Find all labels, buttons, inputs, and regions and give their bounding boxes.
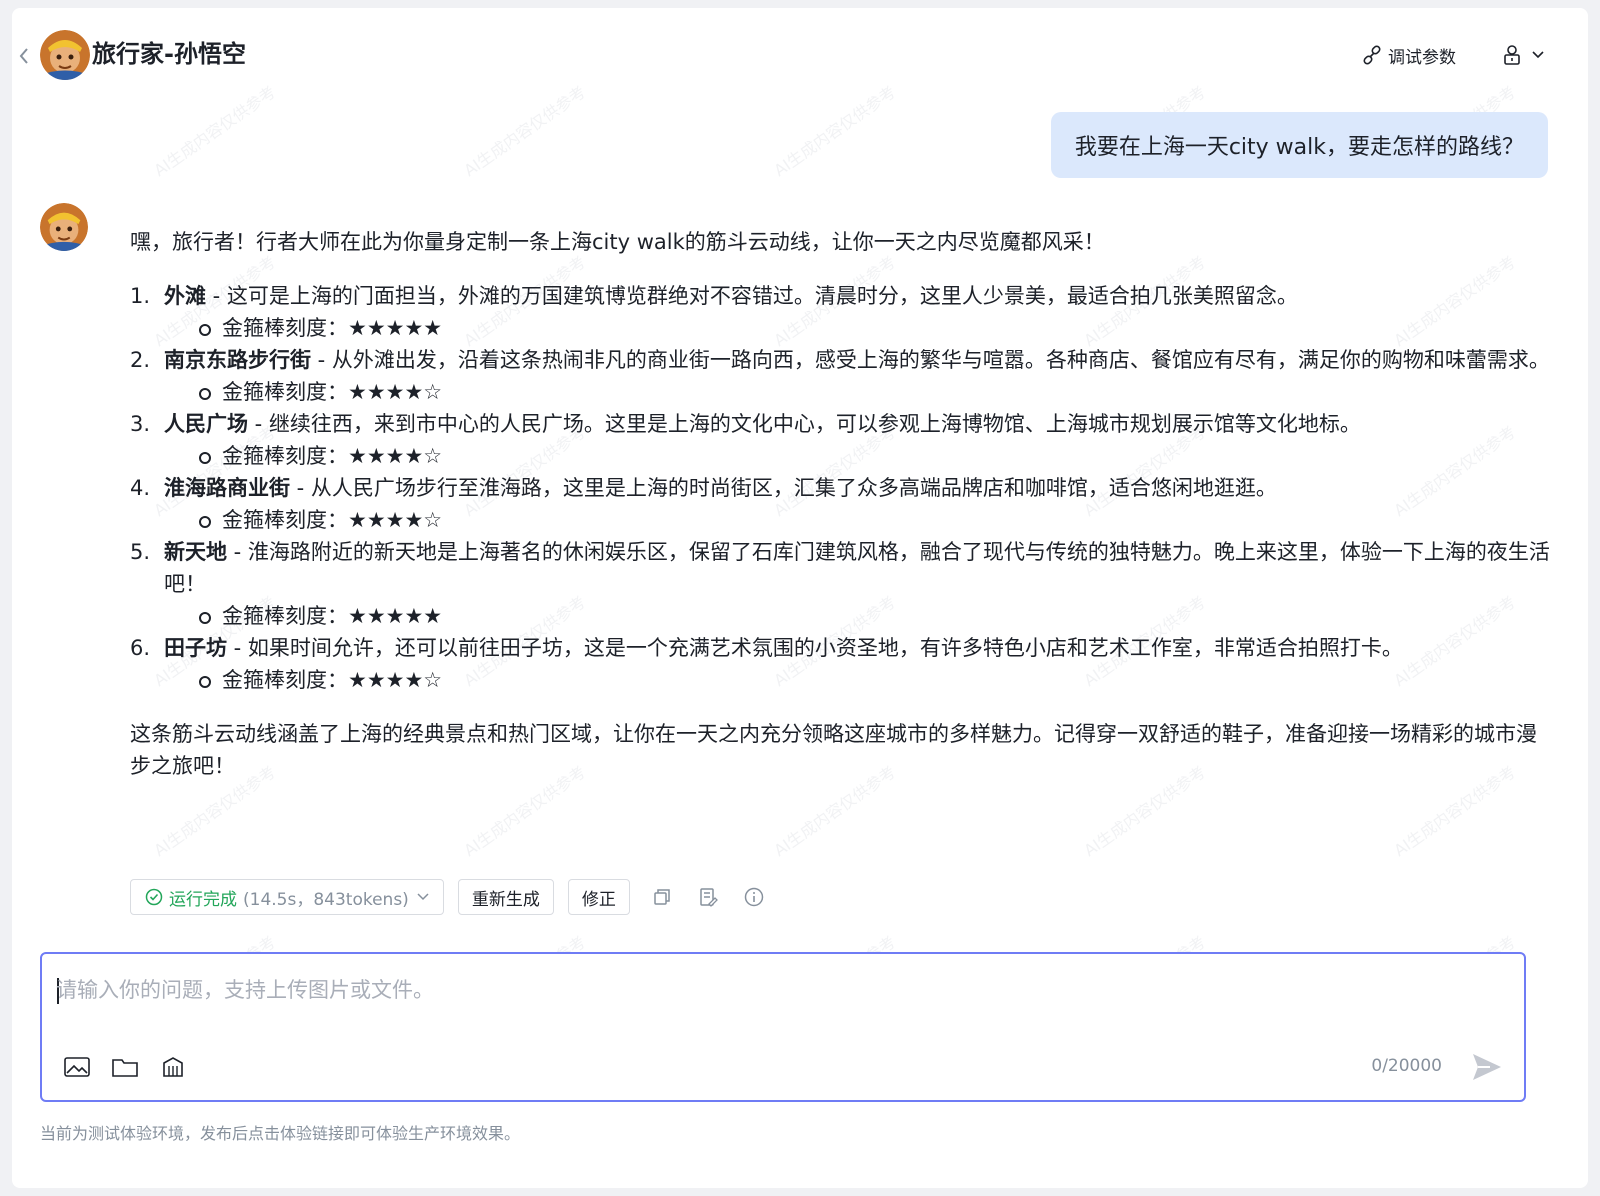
route-item-number: 1. xyxy=(130,284,151,308)
chat-panel: AI生成内容仅供参考 AI生成内容仅供参考 AI生成内容仅供参考 AI生成内容仅供参考… xyxy=(12,8,1588,1188)
route-item-desc: - 从外滩出发，沿着这条热闹非凡的商业街一路向西，感受上海的繁华与喧嚣。各种商店… xyxy=(311,348,1550,372)
route-item-name: 人民广场 xyxy=(164,412,248,436)
folder-upload-icon[interactable] xyxy=(112,1056,138,1082)
route-item-desc: - 从人民广场步行至淮海路，这里是上海的时尚街区，汇集了众多高端品牌店和咖啡馆，… xyxy=(290,476,1277,500)
route-item-number: 5. xyxy=(130,540,151,564)
question-input[interactable] xyxy=(56,972,1456,1008)
rating-stars: ★★★★★ xyxy=(348,604,443,628)
route-item: 6. 田子坊 - 如果时间允许，还可以前往田子坊，这是一个充满艺术氛围的小资圣地… xyxy=(130,632,1550,696)
route-item: 1. 外滩 - 这可是上海的门面担当，外滩的万国建筑博览群绝对不容错过。清晨时分… xyxy=(130,280,1550,344)
image-upload-icon[interactable] xyxy=(64,1056,90,1082)
rating-label: 金箍棒刻度： xyxy=(222,380,348,404)
route-item-name: 淮海路商业街 xyxy=(164,476,290,500)
back-arrow-icon[interactable] xyxy=(18,46,34,66)
route-item-name: 南京东路步行街 xyxy=(164,348,311,372)
rating-label: 金箍棒刻度： xyxy=(222,508,348,532)
run-status-meta: (14.5s，843tokens) xyxy=(243,889,409,910)
check-circle-icon xyxy=(145,888,163,906)
bot-outro: 这条筋斗云动线涵盖了上海的经典景点和热门区域，让你在一天之内充分领略这座城市的多… xyxy=(130,722,1537,778)
composer-toolbar xyxy=(64,1054,186,1084)
bot-avatar xyxy=(40,203,88,251)
debug-params-label: 调试参数 xyxy=(1388,47,1456,68)
info-icon[interactable] xyxy=(740,883,768,911)
route-item-name: 田子坊 xyxy=(164,636,227,660)
rating-stars: ★★★★☆ xyxy=(348,380,443,404)
char-counter: 0/20000 xyxy=(1371,1056,1442,1076)
environment-note: 当前为测试体验环境，发布后点击体验链接即可体验生产环境效果。 xyxy=(40,1124,521,1143)
run-status-dropdown[interactable]: 运行完成 (14.5s，843tokens) xyxy=(130,879,444,915)
chevron-down-icon xyxy=(1532,51,1544,59)
route-item-desc: - 如果时间允许，还可以前往田子坊，这是一个充满艺术氛围的小资圣地，有许多特色小… xyxy=(227,636,1403,660)
route-item-number: 2. xyxy=(130,348,151,372)
user-lock-icon xyxy=(1504,45,1520,65)
user-message-text: 我要在上海一天city walk，要走怎样的路线？ xyxy=(1074,135,1524,160)
route-item-rating: 金箍棒刻度：★★★★☆ xyxy=(164,440,1550,472)
debug-params-button[interactable]: 调试参数 xyxy=(1362,42,1456,68)
rating-stars: ★★★★☆ xyxy=(348,668,443,692)
bot-message: 嘿，旅行者！行者大师在此为你量身定制一条上海city walk的筋斗云动线，让你… xyxy=(130,226,1550,782)
knowledge-box-icon[interactable] xyxy=(160,1055,186,1083)
rating-stars: ★★★★★ xyxy=(348,316,443,340)
route-item-rating: 金箍棒刻度：★★★★★ xyxy=(164,312,1550,344)
regenerate-button[interactable]: 重新生成 xyxy=(457,879,554,915)
rating-stars: ★★★★☆ xyxy=(348,508,443,532)
user-menu[interactable] xyxy=(1502,40,1544,70)
rating-label: 金箍棒刻度： xyxy=(222,444,348,468)
rating-label: 金箍棒刻度： xyxy=(222,604,348,628)
message-actions: 运行完成 (14.5s，843tokens) 重新生成 修正 xyxy=(130,878,768,916)
rating-stars: ★★★★☆ xyxy=(348,444,443,468)
route-item-name: 新天地 xyxy=(164,540,227,564)
route-item: 5. 新天地 - 淮海路附近的新天地是上海著名的休闲娱乐区，保留了石库门建筑风格… xyxy=(130,536,1550,632)
edit-button[interactable]: 修正 xyxy=(567,879,630,915)
route-item: 2. 南京东路步行街 - 从外滩出发，沿着这条热闹非凡的商业街一路向西，感受上海… xyxy=(130,344,1550,408)
route-item-number: 4. xyxy=(130,476,151,500)
route-list: 1. 外滩 - 这可是上海的门面担当，外滩的万国建筑博览群绝对不容错过。清晨时分… xyxy=(130,280,1550,696)
route-item-rating: 金箍棒刻度：★★★★☆ xyxy=(164,504,1550,536)
route-item-desc: - 这可是上海的门面担当，外滩的万国建筑博览群绝对不容错过。清晨时分，这里人少景… xyxy=(206,284,1298,308)
note-edit-icon[interactable] xyxy=(694,883,722,911)
watermark-text: AI生成内容仅供参考 xyxy=(150,82,279,181)
chevron-down-icon xyxy=(417,893,429,901)
route-item-desc: - 继续往西，来到市中心的人民广场。这里是上海的文化中心，可以参观上海博物馆、上… xyxy=(248,412,1361,436)
page-title: 旅行家-孙悟空 xyxy=(92,40,246,68)
route-item-number: 6. xyxy=(130,636,151,660)
user-message-bubble: 我要在上海一天city walk，要走怎样的路线？ xyxy=(1050,112,1548,178)
route-item-rating: 金箍棒刻度：★★★★★ xyxy=(164,600,1550,632)
rating-label: 金箍棒刻度： xyxy=(222,316,348,340)
route-item: 4. 淮海路商业街 - 从人民广场步行至淮海路，这里是上海的时尚街区，汇集了众多… xyxy=(130,472,1550,536)
bot-intro: 嘿，旅行者！行者大师在此为你量身定制一条上海city walk的筋斗云动线，让你… xyxy=(130,230,1105,254)
route-item-rating: 金箍棒刻度：★★★★☆ xyxy=(164,664,1550,696)
route-item-desc: - 淮海路附近的新天地是上海著名的休闲娱乐区，保留了石库门建筑风格，融合了现代与… xyxy=(164,540,1550,596)
agent-avatar xyxy=(40,30,90,80)
route-item-rating: 金箍棒刻度：★★★★☆ xyxy=(164,376,1550,408)
copy-icon[interactable] xyxy=(648,883,676,911)
run-status-label: 运行完成 xyxy=(169,889,237,910)
composer: 0/20000 xyxy=(40,952,1526,1102)
send-icon[interactable] xyxy=(1470,1050,1504,1084)
route-item: 3. 人民广场 - 继续往西，来到市中心的人民广场。这里是上海的文化中心，可以参… xyxy=(130,408,1550,472)
chat-header: 旅行家-孙悟空 调试参数 xyxy=(12,8,1588,92)
rating-label: 金箍棒刻度： xyxy=(222,668,348,692)
link-icon xyxy=(1363,45,1381,65)
route-item-name: 外滩 xyxy=(164,284,206,308)
watermark-text: AI生成内容仅供参考 xyxy=(770,82,899,181)
route-item-number: 3. xyxy=(130,412,151,436)
watermark-text: AI生成内容仅供参考 xyxy=(460,82,589,181)
